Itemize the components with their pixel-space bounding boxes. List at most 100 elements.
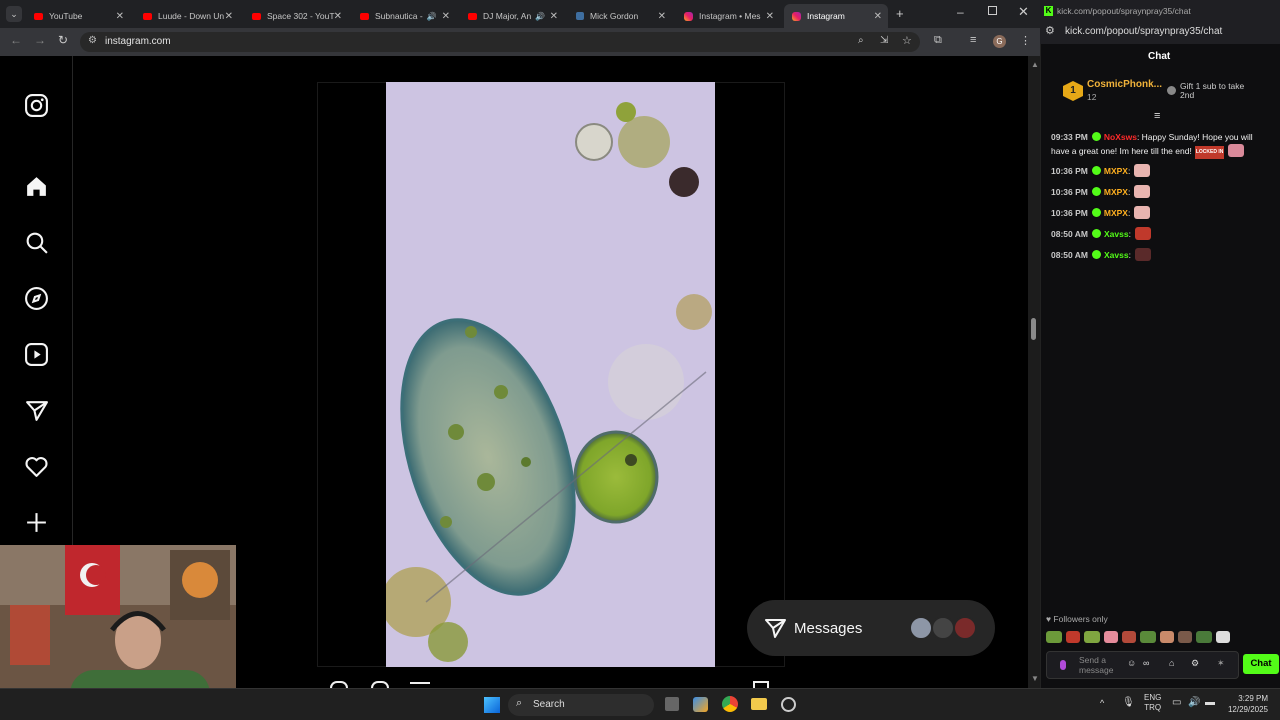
close-tab-icon[interactable]: ✕: [334, 11, 342, 22]
chat-timestamp: 10:36 PM: [1051, 187, 1088, 197]
close-tab-icon[interactable]: ✕: [658, 11, 666, 22]
gift-sub-icon[interactable]: ∞: [1143, 658, 1149, 668]
chrome-menu-icon[interactable]: ⋮: [1020, 34, 1031, 47]
tab-3[interactable]: Space 302 - YouT ✕: [244, 4, 348, 28]
messages-icon[interactable]: [24, 398, 49, 423]
create-icon[interactable]: [24, 510, 49, 535]
save-icon[interactable]: [753, 681, 769, 688]
collapse-pinned-icon[interactable]: ≡: [1154, 110, 1160, 122]
store-icon[interactable]: ⌂: [1169, 658, 1174, 668]
tab-4[interactable]: Subnautica - 🔊 ✕: [352, 4, 456, 28]
minimize-button[interactable]: –: [957, 5, 964, 19]
tab-5[interactable]: DJ Major, An 🔊 ✕: [460, 4, 564, 28]
file-explorer-icon[interactable]: [751, 698, 767, 710]
chat-message[interactable]: 10:36 PM MXPX:: [1051, 206, 1266, 220]
chat-username[interactable]: Xavss: [1104, 250, 1129, 260]
reels-icon[interactable]: [24, 342, 49, 367]
page-scrollbar[interactable]: ▲ ▼: [1028, 56, 1040, 688]
tab-search-button[interactable]: ⌄: [6, 6, 22, 22]
settings-icon[interactable]: ⚙: [1191, 658, 1199, 669]
messages-button[interactable]: Messages: [747, 600, 995, 656]
install-icon[interactable]: ⇲: [880, 35, 888, 46]
url-text[interactable]: instagram.com: [105, 36, 171, 47]
badge-icon[interactable]: ✶: [1217, 658, 1225, 669]
bookmark-star-icon[interactable]: ☆: [902, 34, 912, 47]
back-icon[interactable]: ←: [10, 33, 22, 47]
chrome-icon[interactable]: [722, 696, 738, 712]
audio-playing-icon[interactable]: 🔊: [535, 12, 545, 21]
chat-message[interactable]: 09:33 PM NoXsws: Happy Sunday! Hope you w…: [1051, 131, 1266, 159]
kick-url-text[interactable]: kick.com/popout/spraynpray35/chat: [1065, 26, 1222, 37]
chat-input[interactable]: Send a message ☺ ∞ ⌂ ⚙ ✶: [1046, 651, 1239, 679]
language-indicator[interactable]: ENG TRQ: [1144, 693, 1161, 713]
chat-message[interactable]: 10:36 PM MXPX:: [1051, 164, 1266, 178]
verified-badge-icon: [1091, 187, 1101, 196]
home-icon[interactable]: [24, 174, 49, 199]
emote-bar[interactable]: [1046, 630, 1236, 644]
close-window-button[interactable]: ✕: [1018, 4, 1029, 20]
chat-username[interactable]: MXPX: [1104, 166, 1128, 176]
copilot-icon[interactable]: [693, 697, 708, 712]
close-tab-icon[interactable]: ✕: [874, 11, 882, 22]
taskbar-search[interactable]: ⌕ Search: [508, 694, 654, 716]
tab-6[interactable]: Mick Gordon ✕: [568, 4, 672, 28]
chat-message[interactable]: 10:36 PM MXPX:: [1051, 185, 1266, 199]
emote-icon: [1134, 164, 1151, 177]
tab-2[interactable]: Luude - Down Un ✕: [135, 4, 239, 28]
tab-1[interactable]: YouTube ✕: [26, 4, 130, 28]
start-icon[interactable]: [484, 697, 500, 713]
battery-icon[interactable]: ▬: [1205, 697, 1215, 708]
chat-username[interactable]: Xavss: [1104, 229, 1129, 239]
close-tab-icon[interactable]: ✕: [766, 11, 774, 22]
clock[interactable]: 3:29 PM 12/29/2025: [1222, 693, 1268, 715]
scrollbar-thumb[interactable]: [1031, 318, 1036, 340]
emote-picker-icon[interactable]: ☺: [1127, 658, 1136, 668]
chat-username[interactable]: MXPX: [1104, 208, 1128, 218]
instagram-logo-icon[interactable]: [24, 93, 49, 118]
close-tab-icon[interactable]: ✕: [442, 11, 450, 22]
scroll-down-icon[interactable]: ▼: [1031, 674, 1039, 683]
leaderboard-name[interactable]: CosmicPhonk...: [1087, 79, 1162, 90]
new-tab-button[interactable]: +: [896, 6, 904, 21]
close-tab-icon[interactable]: ✕: [116, 11, 124, 22]
site-info-icon[interactable]: ⚙: [88, 35, 97, 46]
explore-icon[interactable]: [24, 286, 49, 311]
maximize-button[interactable]: [988, 6, 997, 15]
reload-icon[interactable]: ↻: [58, 33, 68, 47]
extensions-icon[interactable]: ⧉: [934, 34, 942, 47]
chat-username[interactable]: MXPX: [1104, 187, 1128, 197]
tab-label: Subnautica -: [375, 11, 423, 21]
chat-username[interactable]: NoXsws: [1104, 132, 1137, 142]
network-icon[interactable]: ▭: [1172, 697, 1181, 708]
like-icon[interactable]: [330, 681, 348, 688]
kick-titlebar: K kick.com/popout/spraynpray35/chat kick…: [1040, 0, 1280, 44]
microphone-icon[interactable]: 🎙: [1122, 697, 1135, 708]
send-chat-button[interactable]: Chat: [1243, 654, 1279, 674]
profile-avatar[interactable]: G: [993, 35, 1006, 48]
tab-7[interactable]: Instagram • Mes ✕: [676, 4, 780, 28]
chat-message[interactable]: 08:50 AM Xavss:: [1051, 227, 1266, 241]
tab-8[interactable]: Instagram ✕: [784, 4, 888, 28]
forward-icon[interactable]: →: [34, 33, 46, 47]
comment-icon[interactable]: [371, 681, 389, 688]
avatar: [909, 616, 933, 640]
notifications-icon[interactable]: [24, 454, 49, 479]
chat-message[interactable]: 08:50 AM Xavss:: [1051, 248, 1266, 262]
mic-icon[interactable]: [1060, 660, 1066, 670]
tab-label: Instagram: [807, 11, 845, 21]
scroll-up-icon[interactable]: ▲: [1031, 60, 1039, 69]
close-tab-icon[interactable]: ✕: [225, 11, 233, 22]
search-icon[interactable]: [24, 230, 49, 255]
gift-sub-text[interactable]: Gift 1 sub to take 2nd: [1180, 82, 1250, 100]
zoom-icon[interactable]: ⌕: [858, 35, 864, 46]
audio-playing-icon[interactable]: 🔊: [427, 12, 437, 21]
task-view-icon[interactable]: [665, 697, 679, 711]
reel-video[interactable]: [386, 82, 715, 667]
tray-overflow-icon[interactable]: ^: [1100, 698, 1104, 708]
omnibox[interactable]: ⚙ instagram.com ⌕ ⇲ ☆: [80, 32, 920, 52]
site-info-icon[interactable]: ⚙: [1045, 24, 1055, 37]
close-tab-icon[interactable]: ✕: [550, 11, 558, 22]
media-controls-icon[interactable]: ≡: [970, 34, 976, 46]
steam-icon[interactable]: [781, 697, 796, 712]
volume-icon[interactable]: 🔊: [1188, 697, 1200, 708]
